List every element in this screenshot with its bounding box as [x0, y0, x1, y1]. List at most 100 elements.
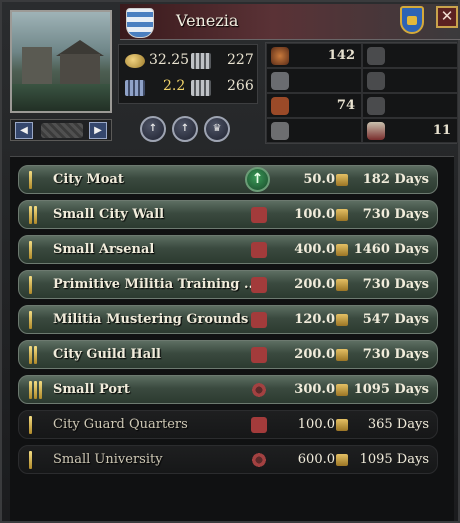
troop-value: 11: [432, 123, 451, 138]
tier-marker: [29, 381, 42, 399]
coat-of-arms-icon[interactable]: [126, 8, 154, 38]
requirement-scroll-icon: [251, 347, 267, 363]
plague-shield-icon: [271, 47, 289, 65]
building-name: Primitive Militia Training ...: [53, 277, 258, 292]
levy-icon: [191, 80, 211, 96]
build-time: 547 Days: [362, 312, 429, 327]
requirement-scroll-icon: [251, 312, 267, 328]
portrait-building: [60, 54, 100, 88]
gold-icon: [336, 314, 348, 326]
upgrade-levy-icon[interactable]: ↑: [172, 116, 198, 142]
building-row[interactable]: City Guard Quarters 100.0 365 Days: [18, 410, 438, 439]
building-row[interactable]: City Moat ↑ 50.0 182 Days: [18, 165, 438, 194]
building-name: Small Port: [53, 382, 130, 397]
troop-cell: 74: [266, 93, 362, 118]
tier-marker: [29, 206, 37, 224]
troop-value: 74: [336, 98, 355, 113]
holding-type-icon: [41, 123, 83, 138]
province-portrait: [10, 10, 112, 113]
troop-panel: 142 74 11: [265, 42, 458, 144]
building-list: City Moat ↑ 50.0 182 Days Small City Wal…: [10, 156, 454, 521]
gold-icon: [336, 384, 348, 396]
gold-icon: [336, 279, 348, 291]
armor-icon: [271, 122, 289, 140]
gold-value: 32.25: [149, 52, 190, 68]
building-row[interactable]: Small Port 300.0 1095 Days: [18, 375, 438, 404]
holding-nav: ◀ ▶: [10, 119, 112, 141]
build-time: 1095 Days: [359, 452, 429, 467]
manpower-icon: [191, 53, 211, 69]
upgrade-arrow-icon[interactable]: ↑: [245, 167, 270, 192]
ship-icon: [367, 122, 385, 140]
tax-icon: [125, 80, 145, 96]
requirement-gear-icon: [251, 452, 267, 468]
building-row[interactable]: Small City Wall 100.0 730 Days: [18, 200, 438, 229]
requirement-scroll-icon: [251, 277, 267, 293]
building-cost: 200.0: [294, 347, 335, 362]
gold-icon: [336, 174, 348, 186]
building-cost: 400.0: [294, 242, 335, 257]
building-cost: 120.0: [294, 312, 335, 327]
building-name: Small City Wall: [53, 207, 165, 222]
tier-marker: [29, 241, 32, 259]
requirement-scroll-icon: [251, 242, 267, 258]
building-name: City Moat: [53, 172, 124, 187]
build-time: 1460 Days: [353, 242, 429, 257]
horse-icon: [367, 47, 385, 65]
manpower-value: 227: [227, 52, 254, 68]
building-name: Small Arsenal: [53, 242, 155, 257]
building-cost: 200.0: [294, 277, 335, 292]
build-time: 182 Days: [362, 172, 429, 187]
realm-crest-icon[interactable]: [400, 6, 424, 34]
requirement-gear-icon: [251, 382, 267, 398]
building-name: Small University: [53, 452, 163, 467]
building-cost: 100.0: [294, 207, 335, 222]
building-row[interactable]: Small Arsenal 400.0 1460 Days: [18, 235, 438, 264]
build-time: 730 Days: [362, 277, 429, 292]
building-cost: 50.0: [303, 172, 335, 187]
build-time: 1095 Days: [353, 382, 429, 397]
upgrade-tax-icon[interactable]: ↑: [140, 116, 166, 142]
building-cost: 300.0: [294, 382, 335, 397]
building-cost: 100.0: [297, 417, 335, 432]
building-row[interactable]: Militia Mustering Grounds 120.0 547 Days: [18, 305, 438, 334]
fist-icon: [271, 97, 289, 115]
prev-holding-button[interactable]: ◀: [15, 122, 33, 139]
troop-cell: [362, 68, 458, 93]
troop-cell: [362, 43, 458, 68]
building-row[interactable]: Small University 600.0 1095 Days: [18, 445, 438, 474]
gold-icon: [125, 54, 145, 68]
troop-value: 142: [327, 48, 355, 63]
gold-icon: [336, 209, 348, 221]
upgrade-crown-icon[interactable]: ♛: [204, 116, 230, 142]
building-row[interactable]: City Guild Hall 200.0 730 Days: [18, 340, 438, 369]
next-holding-button[interactable]: ▶: [89, 122, 107, 139]
tier-marker: [29, 311, 32, 329]
tax-value: 2.2: [163, 78, 186, 94]
build-time: 730 Days: [362, 207, 429, 222]
requirement-scroll-icon: [251, 207, 267, 223]
build-time: 365 Days: [367, 417, 429, 432]
building-row[interactable]: Primitive Militia Training ... 200.0 730…: [18, 270, 438, 299]
gold-icon: [336, 454, 348, 466]
troop-cell: [266, 118, 362, 143]
building-cost: 600.0: [297, 452, 335, 467]
troop-cell: 11: [362, 118, 458, 143]
building-name: City Guild Hall: [53, 347, 161, 362]
tier-marker: [29, 171, 32, 189]
build-time: 730 Days: [362, 347, 429, 362]
tier-marker: [29, 276, 32, 294]
troop-cell: [266, 68, 362, 93]
crossed-swords-icon: [271, 72, 289, 90]
portrait-water: [12, 84, 110, 111]
portrait-building: [22, 47, 52, 87]
building-name: City Guard Quarters: [53, 417, 188, 432]
horse-icon: [367, 72, 385, 90]
levy-value: 266: [227, 78, 254, 94]
tier-marker: [29, 451, 32, 469]
requirement-scroll-icon: [251, 417, 267, 433]
troop-cell: 142: [266, 43, 362, 68]
province-title: Venezia: [176, 11, 239, 30]
tier-marker: [29, 346, 37, 364]
close-button[interactable]: ✕: [436, 6, 458, 28]
